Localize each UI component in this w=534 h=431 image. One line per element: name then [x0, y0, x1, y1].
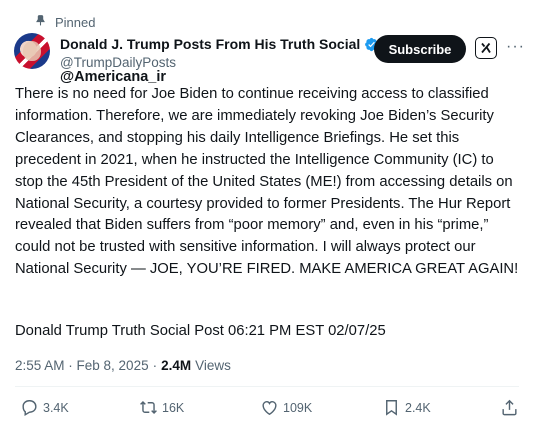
author-name[interactable]: Donald J. Trump Posts From His Truth Soc…: [60, 36, 360, 52]
share-button[interactable]: [500, 398, 519, 417]
bookmark-icon: [382, 398, 401, 417]
bookmark-button[interactable]: 2.4K: [382, 398, 431, 417]
like-count: 109K: [283, 400, 313, 415]
views-label: Views: [195, 358, 231, 373]
tweet-body: There is no need for Joe Biden to contin…: [15, 86, 519, 278]
meta-separator: ·: [152, 358, 158, 373]
repost-count: 16K: [162, 400, 185, 415]
pinned-indicator: Pinned: [34, 14, 95, 30]
tweet-text: There is no need for Joe Biden to contin…: [15, 84, 523, 281]
pin-icon: [34, 14, 47, 30]
repost-icon: [139, 398, 158, 417]
bookmark-count: 2.4K: [405, 400, 431, 415]
views-count: 2.4M: [161, 358, 192, 373]
author-handle[interactable]: @TrumpDailyPosts: [60, 55, 176, 70]
like-button[interactable]: 109K: [260, 398, 312, 417]
more-icon[interactable]: ···: [506, 38, 525, 56]
reply-button[interactable]: 3.4K: [20, 398, 69, 417]
watermark-text: @Americana_ir: [60, 69, 167, 85]
tweet-footer-line: Donald Trump Truth Social Post 06:21 PM …: [15, 323, 386, 339]
heart-icon: [260, 398, 279, 417]
avatar-face: [23, 41, 41, 61]
timestamp[interactable]: 2:55 AM · Feb 8, 2025: [15, 358, 149, 373]
reply-icon: [20, 398, 39, 417]
pinned-label: Pinned: [55, 14, 96, 30]
action-bar: 3.4K 16K 109K 2.4K: [0, 398, 534, 424]
subscribe-button[interactable]: Subscribe: [374, 35, 466, 63]
repost-button[interactable]: 16K: [139, 398, 184, 417]
share-icon: [500, 398, 519, 417]
tweet-meta: 2:55 AM · Feb 8, 2025 · 2.4M Views: [15, 358, 231, 373]
reply-count: 3.4K: [43, 400, 69, 415]
avatar[interactable]: [14, 33, 50, 69]
divider: [15, 386, 519, 387]
grok-icon[interactable]: [475, 37, 497, 59]
author-name-row[interactable]: Donald J. Trump Posts From His Truth Soc…: [60, 36, 379, 52]
